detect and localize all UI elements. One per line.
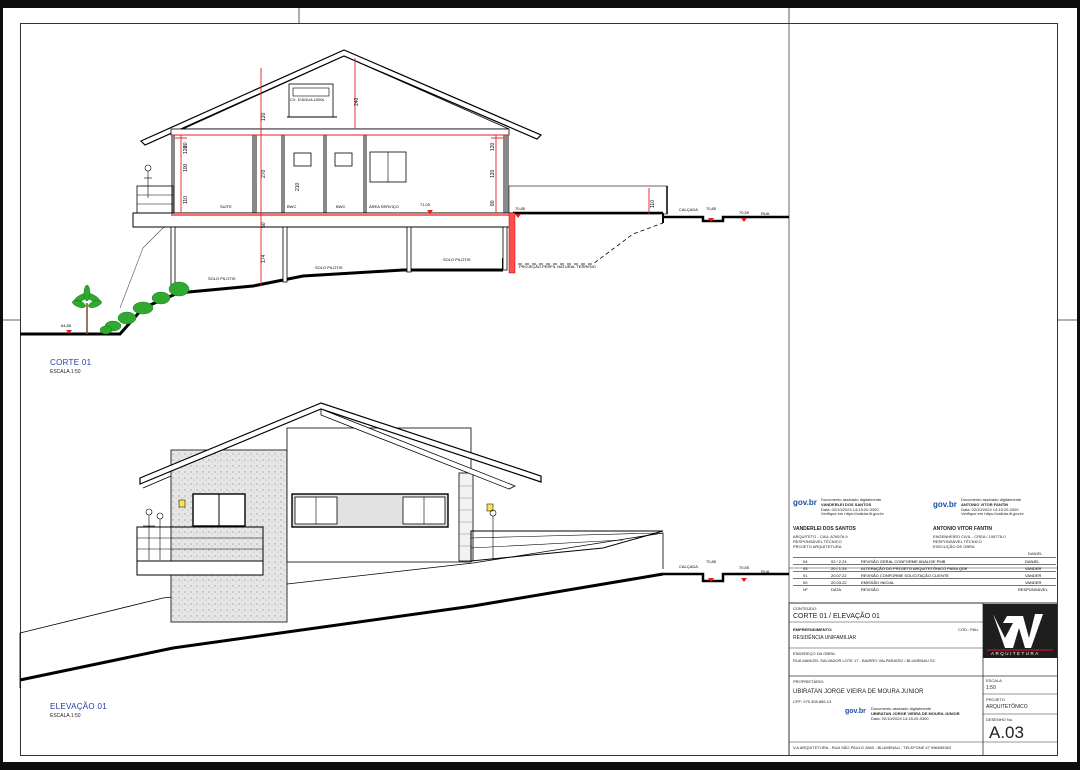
section-title-corte: CORTE 01 — [50, 358, 92, 367]
person1-name: VANDERLEI DOS SANTOS — [793, 526, 856, 532]
water-tank-label: CX. D'ÁGUA 1000L — [290, 97, 325, 102]
label-terrain-projection: PROJEÇÃO PERFIL NATURAL TERRENO — [519, 264, 596, 269]
govbr-logo-icon: gov.br — [845, 708, 866, 715]
level-rua: 70,55 — [739, 565, 750, 570]
room-label: BWC — [336, 204, 346, 209]
endereco-value: RUA MANOEL SALVADOR LOTE 17 - BAIRRO VAL… — [793, 658, 936, 663]
svg-text:240: 240 — [354, 97, 360, 106]
proprietario-cpf: CPF: 079.308.889-13 — [793, 699, 832, 704]
level-calcada: 70,85 — [706, 559, 717, 564]
section-title-elevacao: ELEVAÇÃO 01 — [50, 702, 107, 711]
escala-label: ESCALA — [986, 678, 1002, 683]
label-calcada: CALÇADA — [679, 564, 698, 569]
conteudo-label: CONTEÚDO: — [793, 606, 817, 611]
svg-text:120: 120 — [490, 169, 496, 178]
projeto-label: PROJETO — [986, 697, 1005, 702]
codigo-label: CÓD.: PAU — [958, 627, 979, 632]
revision-header: Nº DATA REVISÃO RESPONSÁVEL — [793, 585, 1056, 592]
govbr-logo-icon: gov.br — [793, 498, 817, 507]
conteudo-value: CORTE 01 / ELEVAÇÃO 01 — [793, 613, 880, 620]
signature-date: Data: 02/10/2024 14:15:20-0300 — [871, 716, 929, 721]
svg-text:80: 80 — [183, 142, 189, 148]
level-calcada-2: 70,85 — [706, 206, 717, 211]
svg-text:110: 110 — [183, 196, 189, 204]
desenho-label: DESENHO No. — [986, 717, 1014, 722]
person2-name: ANTONIO VITOR FANTIN — [933, 526, 992, 532]
svg-text:120: 120 — [490, 142, 496, 151]
section-scale-elevacao: ESCALA 1:50 — [50, 713, 81, 719]
svg-text:270: 270 — [261, 169, 267, 178]
label-rua: RUA — [761, 211, 770, 216]
endereco-label: ENDEREÇO DA OBRA: — [793, 651, 836, 656]
empreendimento-label: EMPREENDIMENTO: — [793, 627, 833, 632]
footer-address: V.A ARQUITETURA - RUA SÃO PAULO 2860 - B… — [793, 745, 951, 750]
empreendimento-value: RESIDÊNCIA UNIFAMILIAR — [793, 635, 857, 641]
brand-word: ARQUITETURA — [991, 651, 1040, 656]
section-elevacao-01 — [19, 402, 789, 688]
govbr-logo-icon: gov.br — [933, 500, 957, 509]
revision-row: 00 20.03.22 EMISSÃO INICIAL VANDER — [793, 578, 1056, 585]
svg-text:120: 120 — [261, 112, 267, 121]
revision-top-resp: DANIEL — [1028, 551, 1043, 556]
drawing-number: A.03 — [989, 723, 1024, 742]
svg-text:210: 210 — [295, 182, 301, 191]
person1-role: PROJETO ARQUITETURA — [793, 544, 842, 549]
signature-verify: Verifique em https://validar.iti.gov.br — [821, 511, 884, 516]
svg-text:80: 80 — [490, 200, 496, 206]
architectural-drawing: 120 240 80 100 270 210 120 80 110 50 174… — [3, 8, 1077, 756]
proprietario-value: UBIRATAN JORGE VIEIRA DE MOURA JUNIOR — [793, 689, 924, 695]
svg-text:50: 50 — [261, 222, 267, 228]
level-calcada: 70,85 — [515, 206, 526, 211]
revision-row: 01 20.07.22 REVISÃO CONFORME SOLICITAÇÃO… — [793, 571, 1056, 578]
label-solo-pilotis: SOLO PILOTIS — [443, 257, 471, 262]
projeto-value: ARQUITETÔNICO — [986, 704, 1028, 710]
escala-value: 1:50 — [986, 685, 996, 691]
section-scale-corte: ESCALA 1:50 — [50, 369, 81, 375]
room-label: ÁREA SERVIÇO — [369, 204, 399, 209]
label-rua: RUA — [761, 569, 770, 574]
palm-tree-icon — [72, 284, 102, 334]
level-rua: 70,55 — [739, 210, 750, 215]
revision-row: 04 02 / 2.24 REVISÃO GERAL CONFORME ANÁL… — [793, 557, 1056, 564]
person2-role: EXECUÇÃO DE OBRA — [933, 544, 975, 549]
label-solo-pilotis: SOLO PILOTIS — [315, 265, 343, 270]
svg-text:110: 110 — [650, 200, 656, 208]
room-label: SUITE — [220, 204, 232, 209]
signature-verify: Verifique em https://validar.iti.gov.br — [961, 511, 1024, 516]
proprietario-label: PROPRIETÁRIO: — [793, 679, 825, 684]
svg-text:100: 100 — [183, 163, 189, 172]
level-floor: 71,00 — [420, 202, 431, 207]
drawing-sheet: 120 240 80 100 270 210 120 80 110 50 174… — [3, 8, 1077, 762]
revision-row: 03 20 / 1.24 ALTERAÇÃO DO PROJETO ARQUIT… — [793, 564, 1056, 571]
svg-text:174: 174 — [261, 254, 267, 263]
room-label: BWC — [287, 204, 297, 209]
label-calcada: CALÇADA — [679, 207, 698, 212]
level-ground: 64,85 — [61, 323, 72, 328]
section-corte-01: 120 240 80 100 270 210 120 80 110 50 174… — [20, 49, 789, 336]
label-solo-pilotis: SOLO PILOTIS — [208, 276, 236, 281]
